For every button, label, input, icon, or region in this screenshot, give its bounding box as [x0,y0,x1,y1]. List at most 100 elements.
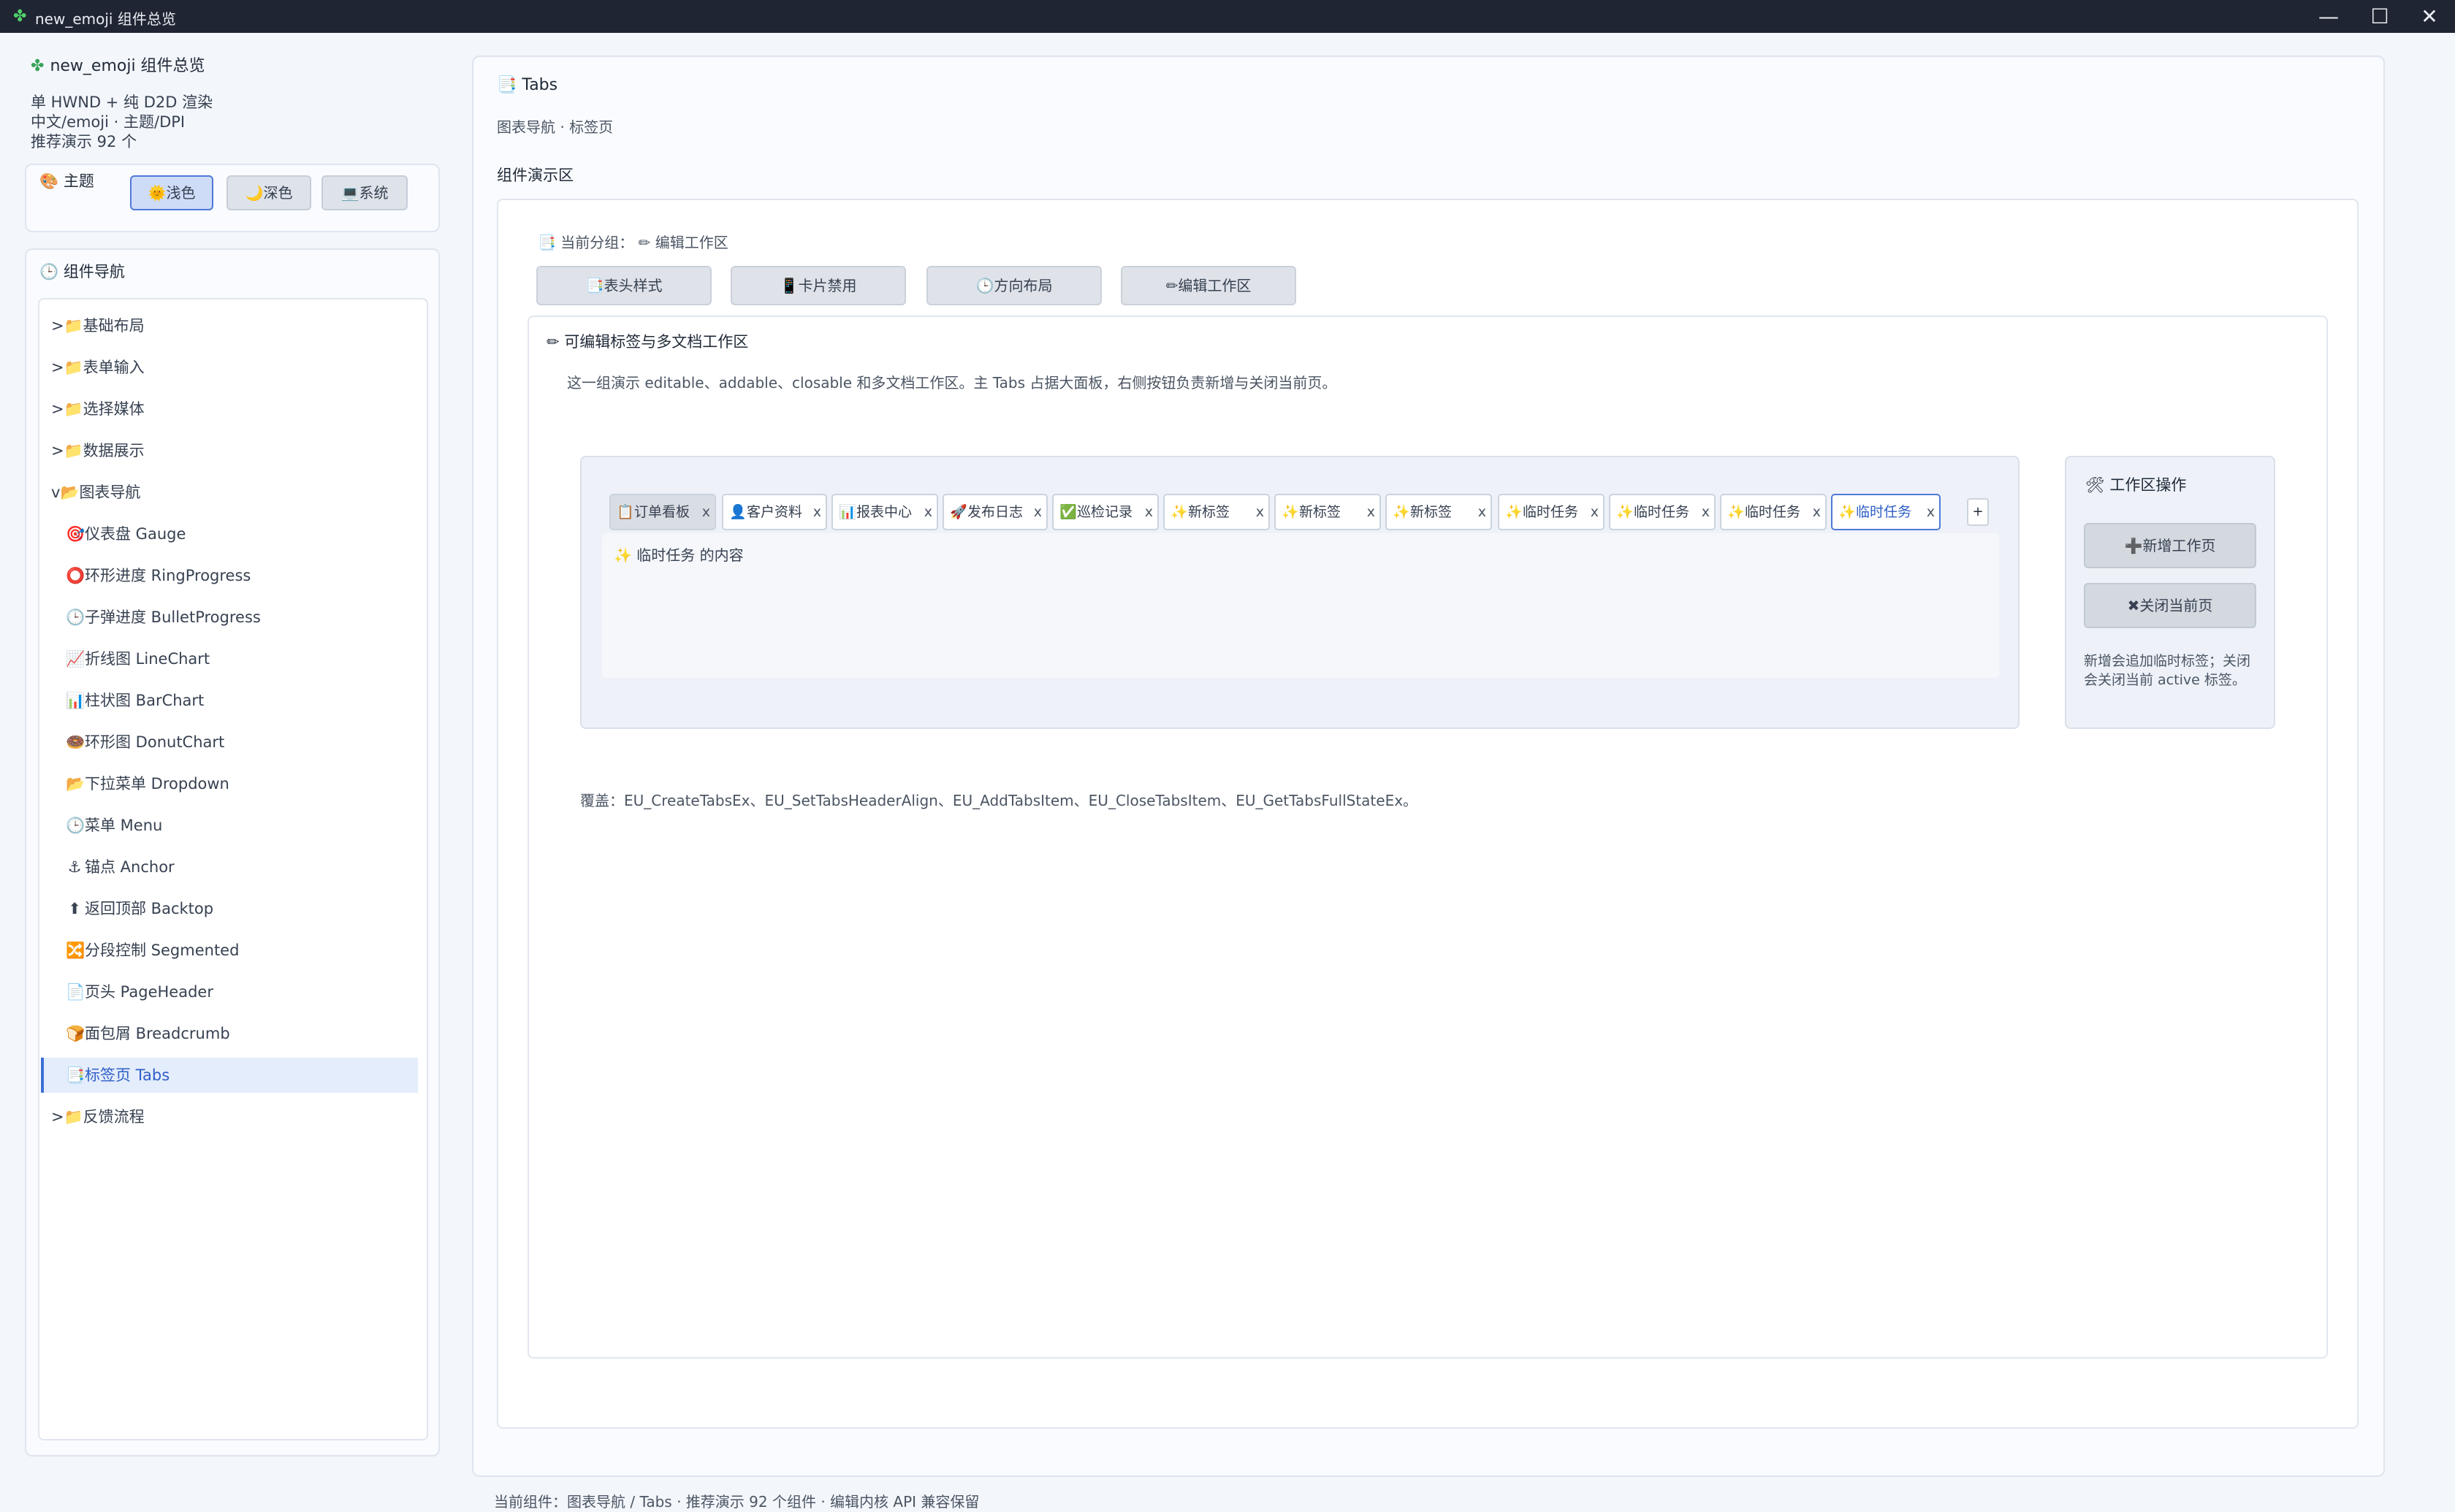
tab-close-button[interactable]: x [702,495,710,529]
expand-toggle: > [51,359,64,376]
nav-item-icon: 🕒 [66,817,85,834]
group-card-disabled-button[interactable]: 📱卡片禁用 [731,266,906,305]
tab-icon: ✨ [1505,504,1523,520]
nav-item-label: 下拉菜单 Dropdown [85,775,229,793]
sidebar-item[interactable]: >📁数据展示 [41,433,418,468]
tab-close-button[interactable]: x [1367,495,1375,529]
tab-close-button[interactable]: x [1591,495,1599,529]
sidebar-item[interactable]: ⭕环形进度 RingProgress [41,558,418,593]
api-coverage: 覆盖：EU_CreateTabsEx、EU_SetTabsHeaderAlign… [580,792,1418,809]
nav-item-icon: 📑 [66,1066,85,1084]
nav-item-icon: ⭕ [66,567,85,584]
nav-item-label: 图表导航 [79,484,141,501]
group-header-style-button[interactable]: 📑表头样式 [536,266,712,305]
nav-item-icon: 🎯 [66,525,85,543]
sidebar-item[interactable]: >📁表单输入 [41,350,418,385]
sidebar-item[interactable]: ⬆ 返回顶部 Backtop [41,891,418,926]
tab-close-button[interactable]: x [1478,495,1486,529]
sidebar-item[interactable]: 🍞面包屑 Breadcrumb [41,1016,418,1051]
tab-2[interactable]: 📊报表中心 x [831,494,938,530]
nav-item-label: 分段控制 Segmented [85,942,240,959]
tab-close-button[interactable]: x [1034,495,1042,529]
sidebar-item[interactable]: >📁反馈流程 [41,1099,418,1134]
tab-icon: ✨ [1171,504,1188,520]
sidebar-item[interactable]: 📊柱状图 BarChart [41,683,418,718]
sidebar-item[interactable]: 📄页头 PageHeader [41,974,418,1009]
tools-icon: 🛠 [2085,476,2105,494]
x-icon: ✖ [2127,597,2140,614]
tab-1[interactable]: 👤客户资料 x [722,494,827,530]
tab-9[interactable]: ✨临时任务 x [1609,494,1716,530]
theme-system-button[interactable]: 💻系统 [321,175,408,210]
nav-item-icon: ⬆ [68,900,81,917]
tab-icon: ✨ [1616,504,1634,520]
expand-toggle: > [51,1108,64,1126]
group-edit-workspace-button[interactable]: ✏编辑工作区 [1121,266,1296,305]
tab-close-button[interactable]: x [924,495,932,529]
moon-icon: 🌙 [245,184,264,202]
maximize-button[interactable]: ☐ [2354,0,2405,33]
expand-toggle: > [51,317,64,335]
clock-icon: 🕒 [39,263,59,280]
sidebar-item[interactable]: 📑标签页 Tabs [41,1058,418,1093]
tab-11[interactable]: ✨临时任务 x [1831,494,1941,530]
sidebar-item[interactable]: 🔀分段控制 Segmented [41,933,418,968]
sidebar-item[interactable]: 🕒菜单 Menu [41,808,418,843]
theme-label: 🎨 主题 [39,172,94,190]
tab-label: 临时任务 [1745,504,1801,520]
sidebar-item[interactable]: 🕒子弹进度 BulletProgress [41,600,418,635]
sidebar-item[interactable]: 🍩环形图 DonutChart [41,725,418,760]
nav-list[interactable]: >📁基础布局 >📁表单输入 >📁选择媒体 >📁数据展示 v📂图表导航 🎯仪表盘 Gauge… [38,298,428,1440]
sidebar-item[interactable]: 🎯仪表盘 Gauge [41,516,418,551]
document-icon: 📑 [538,234,556,251]
sidebar-item[interactable]: 📈折线图 LineChart [41,641,418,676]
theme-light-button[interactable]: 🌞浅色 [130,175,213,210]
tab-close-button[interactable]: x [813,495,821,529]
tab-6[interactable]: ✨新标签 x [1274,494,1381,530]
minimize-button[interactable]: — [2303,0,2354,33]
sparkle-icon: ✨ [614,546,632,564]
tab-10[interactable]: ✨临时任务 x [1720,494,1827,530]
document-icon: 📑 [585,277,604,294]
nav-item-icon: 🔀 [66,942,85,959]
tab-icon: ✨ [1393,504,1410,520]
tab-close-button[interactable]: x [1256,495,1264,529]
nav-item-icon: 📁 [64,1108,83,1126]
clover-icon: ✤ [31,57,45,75]
tab-7[interactable]: ✨新标签 x [1385,494,1492,530]
nav-item-icon: 📂 [66,775,85,793]
pencil-icon: ✏ [638,234,651,251]
tab-8[interactable]: ✨临时任务 x [1498,494,1605,530]
tab-close-button[interactable]: x [1813,495,1821,529]
tab-5[interactable]: ✨新标签 x [1163,494,1270,530]
tab-0[interactable]: 📋订单看板 x [609,494,716,530]
nav-item-icon: 📊 [66,692,85,709]
sidebar-item[interactable]: ⚓ 锚点 Anchor [41,849,418,885]
add-tab-button[interactable]: + [1967,498,1989,526]
close-button[interactable]: ✕ [2404,0,2455,33]
sidebar-item[interactable]: v📂图表导航 [41,475,418,510]
document-icon: 📑 [497,76,517,94]
sun-icon: 🌞 [148,184,167,202]
nav-item-icon: 📄 [66,983,85,1001]
sidebar-item[interactable]: 📂下拉菜单 Dropdown [41,766,418,801]
close-current-page-button[interactable]: ✖关闭当前页 [2084,583,2256,628]
clover-icon: ✤ [13,7,27,26]
section-description: 这一组演示 editable、addable、closable 和多文档工作区。… [567,374,1337,392]
sidebar-item[interactable]: >📁基础布局 [41,308,418,343]
tab-close-button[interactable]: x [1145,495,1153,529]
nav-item-icon: ⚓ [67,858,82,876]
group-direction-layout-button[interactable]: 🕒方向布局 [926,266,1102,305]
sidebar-item[interactable]: >📁选择媒体 [41,392,418,427]
tab-icon: 📊 [839,504,856,520]
tab-3[interactable]: 🚀发布日志 x [943,494,1048,530]
info-line: 中文/emoji · 主题/DPI [31,113,186,131]
tab-icon: 👤 [729,504,747,520]
theme-dark-button[interactable]: 🌙深色 [227,175,311,210]
tab-close-button[interactable]: x [1927,495,1935,529]
tab-label: 临时任务 [1634,504,1690,520]
tab-4[interactable]: ✅巡检记录 x [1052,494,1159,530]
tab-label: 客户资料 [747,504,803,520]
tab-close-button[interactable]: x [1702,495,1710,529]
add-workpage-button[interactable]: ➕新增工作页 [2084,523,2256,568]
